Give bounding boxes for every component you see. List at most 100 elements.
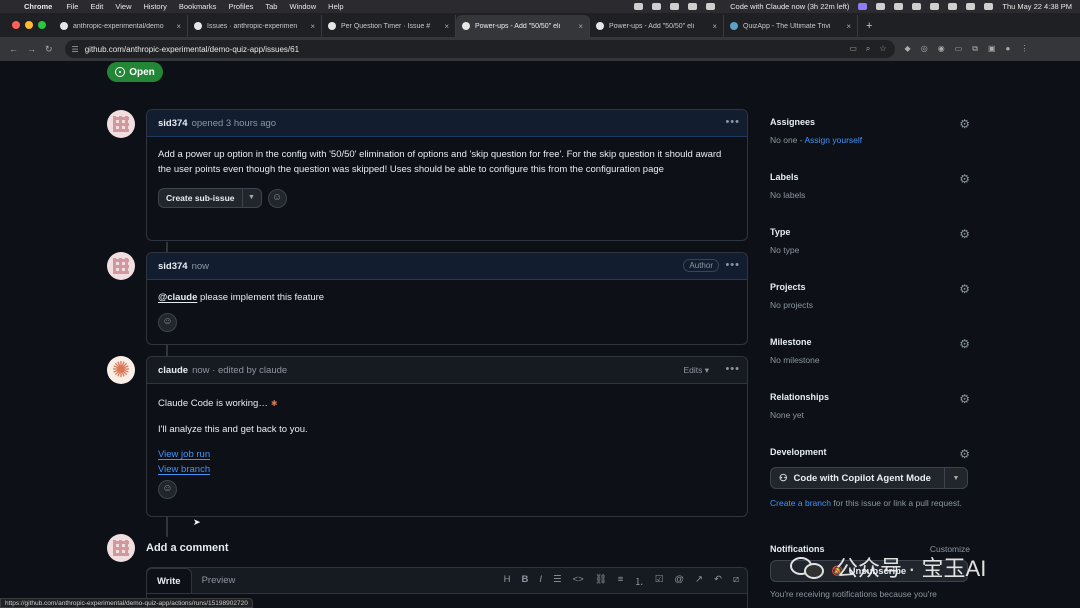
user-mention[interactable]: @claude (158, 292, 197, 303)
control-center-icon[interactable] (984, 3, 994, 10)
side-panel-icon[interactable]: ▣ (988, 44, 996, 54)
status-app-icon[interactable] (634, 3, 644, 10)
cast-icon[interactable]: ▭ (849, 44, 857, 54)
status-app-icon[interactable] (876, 3, 886, 10)
tab-close-icon[interactable]: × (578, 22, 583, 31)
status-app-icon[interactable] (652, 3, 662, 10)
create-branch-link[interactable]: Create a branch (770, 498, 831, 508)
menu-edit[interactable]: Edit (90, 2, 103, 11)
avatar[interactable] (107, 110, 135, 138)
chevron-down-icon[interactable]: ▼ (945, 468, 967, 488)
menu-help[interactable]: Help (328, 2, 343, 11)
italic-icon[interactable]: I (539, 574, 542, 588)
browser-tab[interactable]: anthropic-experimental/demo × (54, 15, 188, 37)
address-url[interactable]: github.com/anthropic-experimental/demo-q… (85, 45, 299, 54)
more-options-icon[interactable]: ••• (725, 116, 740, 128)
extension-icon[interactable]: ◆ (905, 44, 911, 54)
tab-close-icon[interactable]: × (310, 22, 315, 31)
browser-tab[interactable]: Per Question Timer · Issue # × (322, 15, 456, 37)
mention-icon[interactable]: @ (674, 574, 684, 588)
add-reaction-icon[interactable]: ☺ (158, 480, 177, 499)
status-app-icon[interactable] (894, 3, 904, 10)
screen-icon[interactable] (858, 3, 868, 10)
status-app-icon[interactable] (706, 3, 716, 10)
tab-write[interactable]: Write (146, 568, 192, 593)
browser-tab[interactable]: Issues · anthropic-experimen × (188, 15, 322, 37)
menu-app-name[interactable]: Chrome (24, 2, 52, 11)
comment-author[interactable]: sid374 (158, 118, 188, 129)
bluetooth-icon[interactable] (912, 3, 922, 10)
tab-close-icon[interactable]: × (444, 22, 449, 31)
menu-window[interactable]: Window (289, 2, 316, 11)
address-bar[interactable]: ☰ github.com/anthropic-experimental/demo… (64, 40, 895, 58)
gear-icon[interactable]: ⚙ (959, 172, 970, 186)
gear-icon[interactable]: ⚙ (959, 117, 970, 131)
edits-dropdown[interactable]: Edits ▾ (683, 365, 709, 376)
extension-icon[interactable]: ◎ (921, 44, 928, 54)
minimize-window-icon[interactable] (25, 21, 33, 29)
chevron-down-icon[interactable]: ▼ (243, 189, 261, 207)
comment-author[interactable]: sid374 (158, 261, 188, 272)
add-reaction-icon[interactable]: ☺ (267, 188, 287, 208)
extension-icon[interactable]: ▭ (955, 44, 963, 54)
bookmark-star-icon[interactable]: ☆ (879, 44, 886, 54)
view-branch-link[interactable]: View branch (158, 464, 210, 475)
task-list-icon[interactable]: ☑ (655, 574, 664, 588)
zoom-icon[interactable]: ⌕ (866, 44, 870, 54)
browser-tab[interactable]: QuizApp - The Ultimate Trivi × (724, 15, 858, 37)
zoom-window-icon[interactable] (38, 21, 46, 29)
avatar[interactable]: ✺ (107, 356, 135, 384)
heading-icon[interactable]: H (504, 574, 511, 588)
extensions-puzzle-icon[interactable]: ⧉ (972, 44, 978, 54)
reply-icon[interactable]: ↶ (714, 574, 722, 588)
code-icon[interactable]: <> (573, 574, 584, 588)
close-window-icon[interactable] (12, 21, 20, 29)
site-info-icon[interactable]: ☰ (72, 45, 79, 54)
comment-meta[interactable]: now (192, 261, 209, 272)
create-sub-issue-label[interactable]: Create sub-issue (159, 189, 243, 207)
profile-icon[interactable]: ● (1006, 44, 1011, 54)
ordered-list-icon[interactable]: ⒈ (634, 574, 644, 588)
extension-icon[interactable]: ◉ (938, 44, 945, 54)
tab-close-icon[interactable]: × (176, 22, 181, 31)
menu-profiles[interactable]: Profiles (228, 2, 253, 11)
quote-icon[interactable]: ☰ (553, 574, 562, 588)
browser-tab[interactable]: Power-ups - Add "50/50" eli × (590, 15, 724, 37)
status-app-icon[interactable] (688, 3, 698, 10)
back-icon[interactable]: ← (9, 44, 18, 54)
gear-icon[interactable]: ⚙ (959, 337, 970, 351)
new-tab-icon[interactable]: + (866, 20, 872, 32)
comment-author[interactable]: claude (158, 365, 188, 376)
avatar[interactable] (107, 252, 135, 280)
tab-preview[interactable]: Preview (192, 568, 246, 593)
edits-label[interactable]: Edits (683, 365, 702, 375)
menubar-datetime[interactable]: Thu May 22 4:38 PM (1002, 2, 1072, 11)
gear-icon[interactable]: ⚙ (959, 282, 970, 296)
menu-history[interactable]: History (144, 2, 167, 11)
more-options-icon[interactable]: ••• (725, 259, 740, 271)
battery-icon[interactable] (930, 3, 940, 10)
cloud-icon[interactable] (670, 3, 680, 10)
comment-meta[interactable]: opened 3 hours ago (192, 118, 277, 129)
more-options-icon[interactable]: ••• (725, 363, 740, 375)
search-icon[interactable] (966, 3, 976, 10)
assign-yourself-link[interactable]: Assign yourself (805, 135, 863, 145)
menu-file[interactable]: File (66, 2, 78, 11)
tab-close-icon[interactable]: × (846, 22, 851, 31)
menu-view[interactable]: View (115, 2, 131, 11)
bold-icon[interactable]: B (522, 574, 529, 588)
gear-icon[interactable]: ⚙ (959, 392, 970, 406)
add-reaction-icon[interactable]: ☺ (158, 312, 177, 332)
create-sub-issue-button[interactable]: Create sub-issue ▼ (158, 188, 262, 208)
cross-reference-icon[interactable]: ↗ (695, 574, 703, 588)
browser-tab-active[interactable]: Power-ups - Add "50/50" eli × (456, 15, 590, 37)
copilot-button-label[interactable]: Code with Copilot Agent Mode (794, 473, 931, 484)
menu-bookmarks[interactable]: Bookmarks (179, 2, 217, 11)
link-icon[interactable]: ⛓ (595, 574, 607, 588)
wifi-icon[interactable] (948, 3, 958, 10)
tab-close-icon[interactable]: × (712, 22, 717, 31)
gear-icon[interactable]: ⚙ (959, 447, 970, 461)
slash-commands-icon[interactable]: ⧄ (733, 574, 739, 588)
comment-meta[interactable]: now · edited by claude (192, 365, 287, 376)
menu-tab[interactable]: Tab (265, 2, 277, 11)
